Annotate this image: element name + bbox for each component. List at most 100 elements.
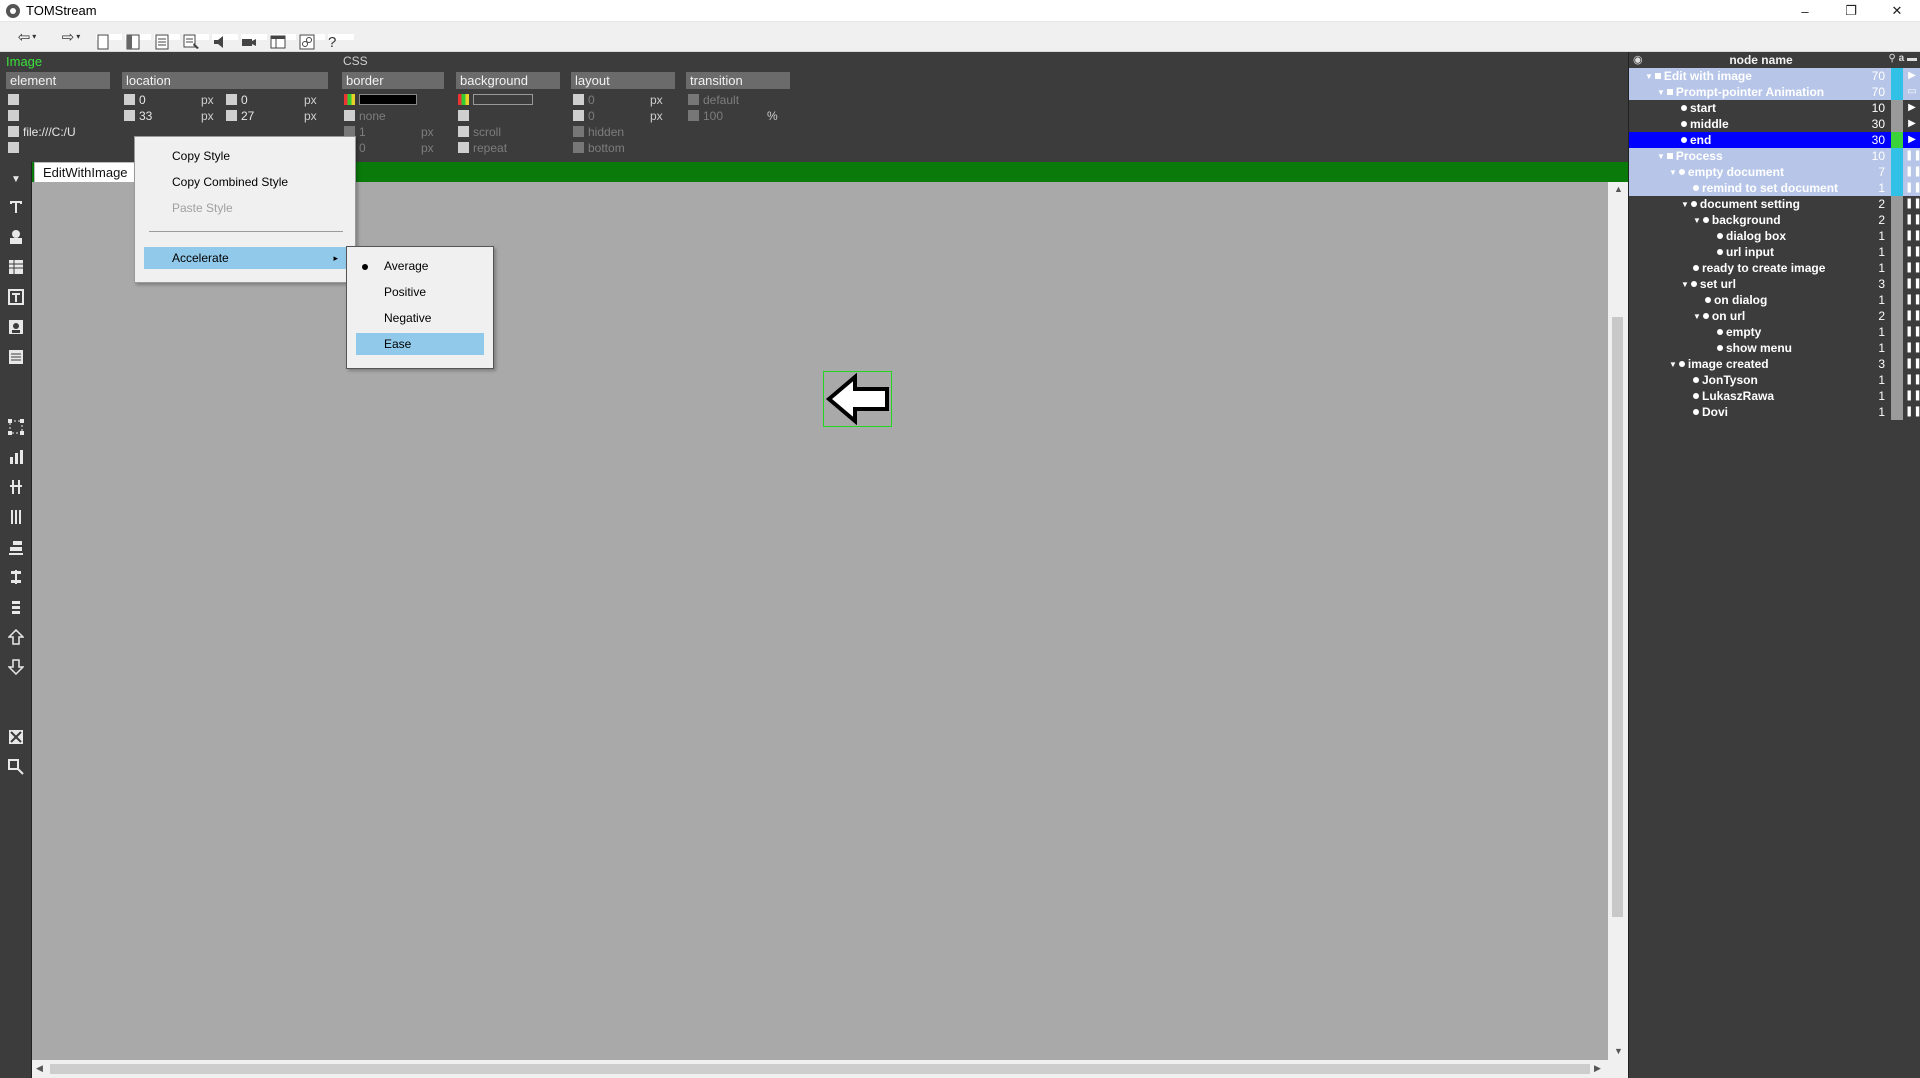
tree-node-url-input[interactable]: url input 1 ❚❚ — [1629, 244, 1920, 260]
submenu-item-average[interactable]: Average — [347, 255, 493, 277]
expand-triangle-icon[interactable]: ▼ — [1669, 168, 1677, 177]
component-tool-button[interactable] — [7, 318, 25, 336]
tree-node-set-url[interactable]: ▼ set url 3 ❚❚ — [1629, 276, 1920, 292]
pause-icon[interactable]: ❚❚ — [1905, 196, 1920, 212]
tree-node-lukaszrawa[interactable]: LukaszRawa 1 ❚❚ — [1629, 388, 1920, 404]
restore-button[interactable]: ❐ — [1828, 0, 1874, 22]
move-up-tool-button[interactable] — [7, 628, 25, 646]
edit-list-button[interactable] — [183, 33, 209, 49]
tree-node-dialog-box[interactable]: dialog box 1 ❚❚ — [1629, 228, 1920, 244]
text-tool-button[interactable] — [7, 198, 25, 216]
columns-tool-button[interactable] — [7, 508, 25, 526]
vertical-scroll-thumb[interactable] — [1612, 317, 1623, 917]
expand-triangle-icon[interactable]: ▼ — [1681, 200, 1689, 209]
scroll-right-arrow-icon[interactable]: ▶ — [1594, 1063, 1601, 1074]
element-tag-icon-row[interactable] — [8, 92, 23, 107]
move-down-tool-button[interactable] — [7, 658, 25, 676]
layout-overflow-field[interactable]: hidden — [573, 124, 624, 139]
tree-node-show-menu[interactable]: show menu 1 ❚❚ — [1629, 340, 1920, 356]
expand-triangle-icon[interactable]: ▼ — [1669, 360, 1677, 369]
sound-button[interactable] — [212, 33, 238, 48]
element-flag-row[interactable] — [8, 140, 23, 155]
background-image-field[interactable] — [458, 108, 473, 123]
element-link-icon-row[interactable] — [8, 108, 23, 123]
horizontal-scroll-thumb[interactable] — [50, 1064, 1590, 1074]
forward-button[interactable]: ⇨ ▾ — [52, 25, 90, 49]
location-left-field[interactable]: 0 — [124, 92, 146, 107]
tree-node-ready-to-create-image[interactable]: ready to create image 1 ❚❚ — [1629, 260, 1920, 276]
pause-icon[interactable]: ❚❚ — [1905, 356, 1920, 372]
expand-triangle-icon[interactable]: ▼ — [1693, 312, 1701, 321]
tree-node-background[interactable]: ▼ background 2 ❚❚ — [1629, 212, 1920, 228]
pause-icon[interactable]: ❚❚ — [1905, 228, 1920, 244]
table-tool-button[interactable] — [7, 258, 25, 276]
pause-icon[interactable]: ❚❚ — [1905, 372, 1920, 388]
layout-y-field[interactable]: 0 — [573, 108, 595, 123]
pause-icon[interactable]: ❚❚ — [1905, 260, 1920, 276]
tree-node-image-created[interactable]: ▼ image created 3 ❚❚ — [1629, 356, 1920, 372]
chart-tool-button[interactable] — [7, 448, 25, 466]
background-attachment-field[interactable]: scroll — [458, 124, 501, 139]
play-icon[interactable]: ▶ — [1905, 68, 1919, 84]
border-color-field[interactable] — [344, 92, 417, 107]
tree-node-dovi[interactable]: Dovi 1 ❚❚ — [1629, 404, 1920, 420]
align-top-tool-button[interactable] — [7, 598, 25, 616]
tree-node-remind-to-set-document[interactable]: remind to set document 1 ❚❚ — [1629, 180, 1920, 196]
pause-icon[interactable]: ❚❚ — [1905, 180, 1920, 196]
transition-duration-field[interactable]: 100 — [688, 108, 723, 123]
tree-node-process[interactable]: ▼ Process 10 ❚❚ — [1629, 148, 1920, 164]
location-bottom-field[interactable]: 27 — [226, 108, 254, 123]
align-center-tool-button[interactable] — [7, 568, 25, 586]
expand-triangle-icon[interactable]: ▼ — [1693, 216, 1701, 225]
pause-icon[interactable]: ❚❚ — [1905, 164, 1920, 180]
selected-image-element[interactable] — [823, 371, 892, 427]
transition-timing-field[interactable]: default — [688, 92, 739, 107]
scroll-left-arrow-icon[interactable]: ◀ — [36, 1063, 43, 1074]
tree-node-middle[interactable]: middle 30 ▶ — [1629, 116, 1920, 132]
menu-item-accelerate[interactable]: Accelerate ▸ — [144, 247, 346, 269]
design-canvas[interactable] — [32, 182, 1608, 1060]
tree-node-end[interactable]: end 30 ▶ — [1629, 132, 1920, 148]
tree-node-document-setting[interactable]: ▼ document setting 2 ❚❚ — [1629, 196, 1920, 212]
submenu-item-negative[interactable]: Negative — [347, 307, 493, 329]
align-bottom-tool-button[interactable] — [7, 538, 25, 556]
location-top-field[interactable]: 33 — [124, 108, 152, 123]
video-button[interactable] — [241, 33, 267, 46]
horizontal-scrollbar[interactable]: ◀ ▶ — [32, 1060, 1608, 1078]
layout-node-icon[interactable]: ▭ — [1905, 84, 1919, 100]
help-button[interactable]: ? — [328, 33, 354, 51]
close-button[interactable]: ✕ — [1874, 0, 1920, 22]
tree-node-edit-with-image[interactable]: ▼ Edit with image 70 ▶ — [1629, 68, 1920, 84]
layout-position-field[interactable]: bottom — [573, 140, 625, 155]
expand-triangle-icon[interactable]: ▼ — [1645, 72, 1653, 81]
minimize-button[interactable]: – — [1782, 0, 1828, 22]
pause-icon[interactable]: ❚❚ — [1905, 148, 1920, 164]
back-button[interactable]: ⇦ ▾ — [8, 25, 46, 49]
pause-icon[interactable]: ❚❚ — [1905, 244, 1920, 260]
submenu-item-positive[interactable]: Positive — [347, 281, 493, 303]
scroll-down-arrow-icon[interactable]: ▼ — [1614, 1046, 1623, 1056]
link-button[interactable] — [299, 33, 325, 49]
column-options-icon[interactable]: ⚲ a ▬ — [1889, 53, 1917, 64]
pause-icon[interactable]: ❚❚ — [1905, 292, 1920, 308]
expand-triangle-icon[interactable]: ▼ — [1657, 88, 1665, 97]
list-page-button[interactable] — [154, 33, 180, 49]
play-icon[interactable]: ▶ — [1905, 116, 1919, 132]
tree-node-prompt-pointer-animation[interactable]: ▼ Prompt-pointer Animation 70 ▭ — [1629, 84, 1920, 100]
new-page-button[interactable] — [96, 33, 122, 49]
tree-node-empty-document[interactable]: ▼ empty document 7 ❚❚ — [1629, 164, 1920, 180]
menu-item-paste-style[interactable]: Paste Style — [135, 197, 355, 219]
background-color-field[interactable] — [458, 92, 533, 107]
collapse-tools-button[interactable]: ▼ — [7, 170, 25, 188]
expand-triangle-icon[interactable]: ▼ — [1657, 152, 1665, 161]
tab-edit-with-image[interactable]: EditWithImage — [34, 162, 137, 182]
pause-icon[interactable]: ❚❚ — [1905, 340, 1920, 356]
zoom-button[interactable] — [7, 758, 25, 776]
shape-tool-button[interactable] — [7, 228, 25, 246]
border-radius-field[interactable]: 0 — [359, 140, 366, 155]
tree-node-on-dialog[interactable]: on dialog 1 ❚❚ — [1629, 292, 1920, 308]
pause-icon[interactable]: ❚❚ — [1905, 276, 1920, 292]
split-page-button[interactable] — [125, 33, 151, 49]
expand-triangle-icon[interactable]: ▼ — [1681, 280, 1689, 289]
pause-icon[interactable]: ❚❚ — [1905, 308, 1920, 324]
